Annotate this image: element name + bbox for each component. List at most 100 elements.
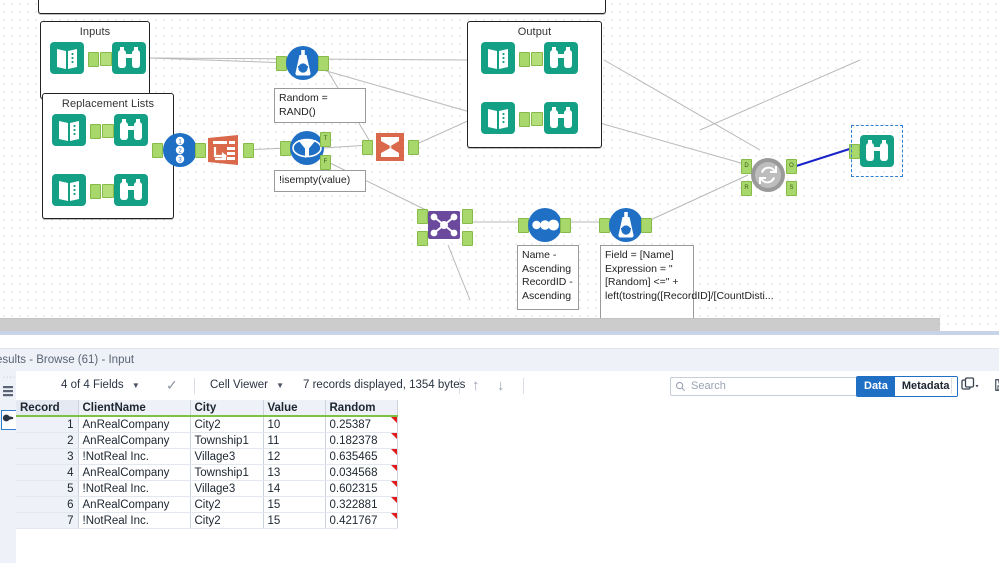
cell-city[interactable]: City2 xyxy=(190,512,264,529)
cell-random[interactable]: 0.182378 xyxy=(325,432,398,449)
tool-dynamic-replace[interactable] xyxy=(748,155,788,195)
arrow-down-icon[interactable]: ↓ xyxy=(497,371,505,400)
nub-input3-out[interactable] xyxy=(90,184,101,199)
cell-clientname[interactable]: AnRealCompany xyxy=(78,432,191,449)
table-row[interactable]: 1 AnRealCompany City2 10 0.25387 xyxy=(16,416,398,433)
nub-formula-field-out[interactable] xyxy=(641,218,652,233)
tool-formula-field[interactable] xyxy=(606,205,646,245)
tool-browse-2[interactable] xyxy=(111,110,151,150)
cell-clientname[interactable]: AnRealCompany xyxy=(78,416,191,433)
cell-random[interactable]: 0.034568 xyxy=(325,464,398,481)
cell-record[interactable]: 5 xyxy=(16,480,79,497)
nub-input4-out[interactable] xyxy=(519,52,530,67)
cell-clientname[interactable]: !NotReal Inc. xyxy=(78,480,191,497)
apply-check-icon[interactable]: ✓ xyxy=(166,371,178,400)
canvas-scroll-thumb[interactable] xyxy=(0,319,940,331)
tab-metadata[interactable]: Metadata xyxy=(894,377,957,396)
cell-record[interactable]: 4 xyxy=(16,464,79,481)
cell-record[interactable]: 6 xyxy=(16,496,79,513)
tool-input-data-4[interactable] xyxy=(478,38,518,78)
chevron-down-icon[interactable]: ▼ xyxy=(132,381,140,390)
tool-input-data-2[interactable] xyxy=(49,110,89,150)
cell-city[interactable]: Township1 xyxy=(190,432,264,449)
cell-random[interactable]: 0.421767 xyxy=(325,512,398,529)
nub-join-out-1[interactable] xyxy=(462,209,473,224)
cell-record[interactable]: 1 xyxy=(16,416,79,433)
cell-random[interactable]: 0.635465 xyxy=(325,448,398,465)
tab-data[interactable]: Data xyxy=(857,377,895,396)
nub-sort-out[interactable] xyxy=(560,218,571,233)
column-header-value[interactable]: Value xyxy=(263,400,326,417)
cell-clientname[interactable]: AnRealCompany xyxy=(78,496,191,513)
tool-sort[interactable] xyxy=(525,205,565,245)
cell-record[interactable]: 7 xyxy=(16,512,79,529)
cell-city[interactable]: Village3 xyxy=(190,448,264,465)
copy-icon[interactable] xyxy=(960,371,980,400)
rail-grid-icon[interactable] xyxy=(1,384,15,400)
column-header-random[interactable]: Random xyxy=(325,400,398,417)
note-field-expression[interactable]: Field = [Name] Expression = "[Random] <=… xyxy=(600,245,774,325)
cell-city[interactable]: City2 xyxy=(190,416,264,433)
nub-findreplace-out[interactable] xyxy=(243,143,254,158)
results-title-bar[interactable]: esults - Browse (61) - Input xyxy=(0,348,999,372)
column-header-clientname[interactable]: ClientName xyxy=(78,400,191,417)
cell-record[interactable]: 2 xyxy=(16,432,79,449)
cell-value[interactable]: 11 xyxy=(263,432,326,449)
nub-input1-out[interactable] xyxy=(88,52,99,67)
fields-selector[interactable]: 4 of 4 Fields ▼ xyxy=(61,371,140,400)
arrow-up-icon[interactable]: ↑ xyxy=(472,371,480,400)
nub-summarize-out[interactable] xyxy=(408,140,419,155)
note-sort-fields[interactable]: Name - Ascending RecordID - Ascending xyxy=(517,245,579,310)
tool-browse-selected[interactable] xyxy=(851,125,903,177)
cell-clientname[interactable]: !NotReal Inc. xyxy=(78,512,191,529)
cell-value[interactable]: 13 xyxy=(263,464,326,481)
nub-input5-out[interactable] xyxy=(519,112,530,127)
table-row[interactable]: 3 !NotReal Inc. Village3 12 0.635465 xyxy=(16,448,398,465)
cell-value[interactable]: 15 xyxy=(263,512,326,529)
table-row[interactable]: 4 AnRealCompany Township1 13 0.034568 xyxy=(16,464,398,481)
nub-filter-true[interactable]: T xyxy=(320,132,331,147)
nub-filter-false[interactable]: F xyxy=(320,155,331,170)
nub-join-out-2[interactable] xyxy=(462,231,473,246)
cell-random[interactable]: 0.25387 xyxy=(325,416,398,433)
cell-clientname[interactable]: !NotReal Inc. xyxy=(78,448,191,465)
results-left-rail[interactable]: ···· xyxy=(0,371,17,563)
container-top-partial[interactable] xyxy=(38,0,606,14)
cell-value[interactable]: 10 xyxy=(263,416,326,433)
cell-city[interactable]: Village3 xyxy=(190,480,264,497)
cell-city[interactable]: Township1 xyxy=(190,464,264,481)
nub-dynamic-out-s[interactable]: S xyxy=(786,181,797,196)
nub-formula-random-out[interactable] xyxy=(318,56,329,71)
rail-pin-icon[interactable] xyxy=(1,410,17,430)
cell-random[interactable]: 0.322881 xyxy=(325,496,398,513)
tool-input-data-1[interactable] xyxy=(47,38,87,78)
cell-clientname[interactable]: AnRealCompany xyxy=(78,464,191,481)
note-filter-expression[interactable]: !isempty(value) xyxy=(274,170,366,192)
tool-browse-5[interactable] xyxy=(541,98,581,138)
column-header-city[interactable]: City xyxy=(190,400,264,417)
canvas-horizontal-scrollbar[interactable] xyxy=(0,318,940,331)
tool-record-id[interactable]: 123 xyxy=(160,130,200,170)
cell-city[interactable]: City2 xyxy=(190,496,264,513)
cell-value[interactable]: 12 xyxy=(263,448,326,465)
tool-formula-random[interactable] xyxy=(283,43,323,83)
tool-summarize[interactable] xyxy=(370,127,410,167)
tool-join-multiple[interactable] xyxy=(424,205,464,245)
tool-input-data-3[interactable] xyxy=(49,170,89,210)
results-data-grid[interactable]: Record ClientName City Value Random 1 An… xyxy=(16,400,999,563)
cell-viewer-selector[interactable]: Cell Viewer ▼ xyxy=(210,371,284,400)
table-row[interactable]: 6 AnRealCompany City2 15 0.322881 xyxy=(16,496,398,513)
column-header-record[interactable]: Record xyxy=(16,400,79,417)
rail-drag-dots[interactable]: ···· xyxy=(3,374,16,381)
tool-find-replace[interactable] xyxy=(203,130,243,170)
tool-browse-4[interactable] xyxy=(541,38,581,78)
nub-dynamic-out-o[interactable]: O xyxy=(786,159,797,174)
tool-input-data-5[interactable] xyxy=(478,98,518,138)
tool-browse-3[interactable] xyxy=(111,170,151,210)
data-metadata-toggle[interactable]: Data Metadata xyxy=(856,376,958,397)
cell-record[interactable]: 3 xyxy=(16,448,79,465)
chevron-down-icon-2[interactable]: ▼ xyxy=(276,381,284,390)
note-random-formula[interactable]: Random = RAND() xyxy=(274,88,366,123)
tool-browse-1[interactable] xyxy=(109,38,149,78)
table-row[interactable]: 7 !NotReal Inc. City2 15 0.421767 xyxy=(16,512,398,529)
